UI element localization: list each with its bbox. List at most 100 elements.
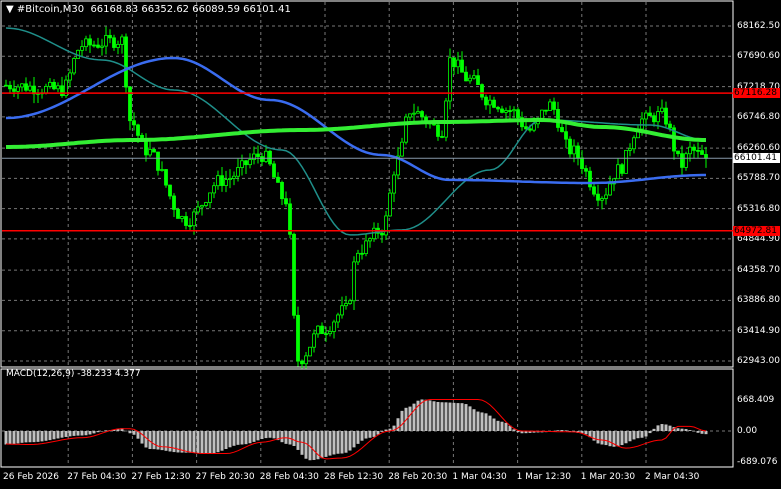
candle-bear — [172, 195, 176, 210]
macd-histogram-bar — [692, 431, 696, 432]
candle-bear — [164, 169, 168, 186]
candle-bear — [564, 131, 568, 140]
candle-bull — [120, 36, 124, 45]
macd-histogram-bar — [264, 431, 268, 439]
candle-bull — [308, 346, 312, 357]
macd-histogram-bar — [8, 431, 12, 445]
candle-bear — [184, 216, 188, 226]
price-axis-label: 63414.90 — [737, 325, 780, 336]
candle-bear — [576, 145, 580, 159]
candle-bear — [648, 112, 652, 117]
candle-bear — [188, 225, 192, 227]
candle-bull — [392, 174, 396, 194]
candle-bear — [260, 156, 264, 162]
macd-histogram-bar — [652, 428, 656, 431]
candle-bull — [368, 238, 372, 242]
macd-histogram-bar — [196, 431, 200, 454]
candle-bull — [100, 45, 104, 48]
macd-histogram-bar — [56, 431, 60, 439]
macd-histogram-bar — [188, 431, 192, 453]
candle-bear — [580, 157, 584, 169]
collapse-triangle-icon[interactable]: ▼ — [6, 4, 17, 15]
macd-histogram-bar — [48, 431, 52, 441]
candle-bull — [352, 261, 356, 302]
candle-bull — [264, 150, 268, 162]
candle-bull — [504, 110, 508, 113]
candle-bear — [276, 176, 280, 183]
macd-histogram-bar — [620, 431, 624, 446]
candle-bull — [688, 146, 692, 155]
candle-bull — [148, 149, 152, 156]
macd-histogram-bar — [604, 431, 608, 446]
macd-histogram-bar — [704, 431, 708, 435]
macd-histogram-bar — [292, 431, 296, 446]
macd-histogram-bar — [420, 399, 424, 431]
candle-bull — [388, 192, 392, 217]
macd-histogram-bar — [232, 431, 236, 446]
macd-histogram-bar — [584, 431, 588, 435]
time-axis-label: 28 Feb 20:30 — [388, 472, 448, 482]
candle-bull — [344, 303, 348, 307]
macd-histogram-bar — [364, 431, 368, 439]
candle-bear — [12, 88, 16, 92]
macd-histogram-bar — [252, 431, 256, 442]
price-chart[interactable] — [0, 0, 781, 489]
candle-bear — [256, 153, 260, 157]
candle-bear — [476, 75, 480, 86]
level-price-tag[interactable]: 67116.28 — [733, 88, 780, 99]
time-axis-label: 1 Mar 04:30 — [452, 472, 507, 482]
candle-bull — [44, 86, 48, 94]
macd-histogram-bar — [280, 431, 284, 443]
macd-histogram-bar — [500, 421, 504, 431]
symbol-label: #Bitcoin,M30 — [16, 4, 85, 15]
candle-bear — [652, 115, 656, 123]
candle-bear — [700, 150, 704, 155]
candle-bear — [524, 126, 528, 130]
candle-bull — [448, 57, 452, 102]
candle-bear — [88, 38, 92, 46]
candle-bear — [492, 99, 496, 108]
candle-bear — [464, 71, 468, 82]
candle-bull — [328, 331, 332, 335]
macd-histogram-bar — [260, 431, 264, 440]
candle-bear — [704, 154, 708, 159]
candle-bull — [340, 305, 344, 316]
candle-bull — [444, 100, 448, 138]
macd-histogram-bar — [236, 431, 240, 445]
macd-histogram-bar — [412, 403, 416, 431]
candle-bull — [600, 198, 604, 201]
candle-bear — [596, 193, 600, 201]
macd-histogram-bar — [272, 431, 276, 439]
candle-bull — [204, 202, 208, 206]
macd-histogram-bar — [208, 431, 212, 454]
candle-bear — [480, 84, 484, 98]
candle-bull — [80, 46, 84, 51]
price-axis-label: 67690.60 — [737, 51, 780, 62]
candle-bull — [640, 118, 644, 130]
candle-bear — [500, 108, 504, 113]
macd-histogram-bar — [44, 431, 48, 441]
candle-bear — [324, 333, 328, 336]
candle-bull — [248, 159, 252, 166]
price-axis-label: 68162.50 — [737, 21, 780, 31]
macd-histogram-bar — [224, 431, 228, 449]
macd-histogram-bar — [204, 431, 208, 454]
candle-bull — [116, 44, 120, 48]
macd-histogram-bar — [608, 431, 612, 447]
candle-bear — [132, 120, 136, 126]
candle-bear — [136, 124, 140, 136]
candle-bull — [312, 333, 316, 348]
candle-bull — [84, 38, 88, 48]
candle-bull — [68, 72, 72, 81]
candle-bull — [548, 101, 552, 111]
macd-histogram-bar — [644, 431, 648, 437]
candle-bear — [380, 232, 384, 236]
candle-bear — [60, 85, 64, 97]
macd-histogram-bar — [340, 431, 344, 454]
candle-bull — [608, 183, 612, 196]
macd-histogram-bar — [680, 428, 684, 431]
candle-bull — [364, 240, 368, 254]
candle-bull — [200, 205, 204, 208]
level-price-tag[interactable]: 64972.81 — [733, 225, 780, 236]
macd-histogram-bar — [96, 431, 100, 433]
